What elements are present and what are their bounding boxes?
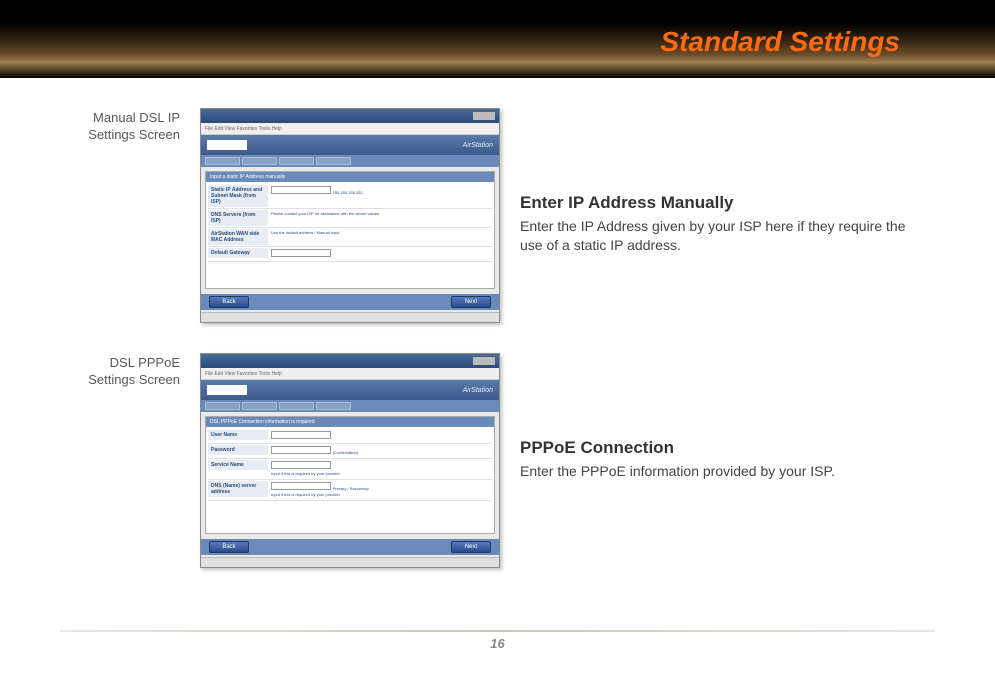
form-extra: (Confirmation) <box>333 450 358 455</box>
app-window: File Edit View Favorites Tools Help AirS… <box>200 108 500 323</box>
next-button[interactable]: Next <box>451 541 491 553</box>
form-label: Default Gateway <box>208 248 268 258</box>
username-input[interactable] <box>271 431 331 439</box>
brand-product: AirStation <box>463 387 493 394</box>
brand-bar: AirStation <box>201 380 499 400</box>
form-row: DNS Servers (from ISP) Please contact yo… <box>208 209 492 228</box>
form-field: (Confirmation) <box>268 445 492 457</box>
form-field: Input if this is required by your provid… <box>268 460 492 478</box>
form-field <box>268 248 492 260</box>
form-label: DNS Servers (from ISP) <box>208 210 268 226</box>
description-title: Enter IP Address Manually <box>520 193 915 213</box>
nav-bar <box>201 155 499 167</box>
form-row: User Name <box>208 429 492 444</box>
section-row: DSL PPPoE Settings Screen File Edit View… <box>60 353 935 568</box>
section-label: DSL PPPoE Settings Screen <box>60 353 180 389</box>
form-hint: Use the default address / Manual input <box>271 230 340 235</box>
form-area: User Name Password (Confirmation) Servic… <box>206 427 494 503</box>
brand-bar: AirStation <box>201 135 499 155</box>
form-row: DNS (Name) server address Primary / Seco… <box>208 480 492 501</box>
screenshot-thumbnail: File Edit View Favorites Tools Help AirS… <box>200 108 500 323</box>
form-hint: Please contact your ISP for assistance w… <box>271 211 379 216</box>
form-label: User Name <box>208 430 268 440</box>
window-footer: Back Next <box>201 294 499 310</box>
form-row: Service Name Input if this is required b… <box>208 459 492 480</box>
form-field: Use the default address / Manual input <box>268 229 492 237</box>
form-field: 255.255.255.252 <box>268 185 492 197</box>
brand-logo <box>207 385 247 395</box>
form-row: AirStation WAN side MAC Address Use the … <box>208 228 492 247</box>
footer-divider <box>60 630 935 632</box>
description-column: PPPoE Connection Enter the PPPoE informa… <box>520 353 935 481</box>
form-field: Primary / Secondary Input if this is req… <box>268 481 492 499</box>
form-row: Static IP Address and Subnet Mask (from … <box>208 184 492 209</box>
form-label: AirStation WAN side MAC Address <box>208 229 268 245</box>
form-row: Default Gateway <box>208 247 492 262</box>
nav-button[interactable] <box>205 157 240 165</box>
description-title: PPPoE Connection <box>520 438 915 458</box>
nav-button[interactable] <box>242 402 277 410</box>
next-button[interactable]: Next <box>451 296 491 308</box>
content-area: Manual DSL IP Settings Screen File Edit … <box>0 78 995 568</box>
page-footer: 16 <box>60 630 935 651</box>
page-title: Standard Settings <box>660 26 900 58</box>
back-button[interactable]: Back <box>209 296 249 308</box>
window-statusbar <box>201 557 499 567</box>
form-panel: Input a static IP Address manually Stati… <box>205 171 495 289</box>
nav-bar <box>201 400 499 412</box>
form-field: Please contact your ISP for assistance w… <box>268 210 492 218</box>
page-number: 16 <box>60 636 935 651</box>
form-section-header: DSL PPPoE Connection information is requ… <box>206 417 494 427</box>
nav-button[interactable] <box>279 157 314 165</box>
nav-button[interactable] <box>205 402 240 410</box>
form-area: Static IP Address and Subnet Mask (from … <box>206 182 494 264</box>
nav-button[interactable] <box>279 402 314 410</box>
form-label: Password <box>208 445 268 455</box>
window-menubar: File Edit View Favorites Tools Help <box>201 123 499 135</box>
app-window: File Edit View Favorites Tools Help AirS… <box>200 353 500 568</box>
window-footer: Back Next <box>201 539 499 555</box>
form-row: Password (Confirmation) <box>208 444 492 459</box>
form-hint: Input if this is required by your provid… <box>271 471 340 476</box>
gateway-input[interactable] <box>271 249 331 257</box>
window-statusbar <box>201 312 499 322</box>
window-titlebar <box>201 354 499 368</box>
form-section-header: Input a static IP Address manually <box>206 172 494 182</box>
nav-button[interactable] <box>316 402 351 410</box>
form-hint: Input if this is required by your provid… <box>271 492 340 497</box>
ip-input[interactable] <box>271 186 331 194</box>
section-row: Manual DSL IP Settings Screen File Edit … <box>60 108 935 323</box>
brand-logo <box>207 140 247 150</box>
form-value: 255.255.255.252 <box>333 190 363 195</box>
dns-input[interactable] <box>271 482 331 490</box>
brand-product: AirStation <box>463 142 493 149</box>
screenshot-thumbnail: File Edit View Favorites Tools Help AirS… <box>200 353 500 568</box>
window-menubar: File Edit View Favorites Tools Help <box>201 368 499 380</box>
description-column: Enter IP Address Manually Enter the IP A… <box>520 108 935 255</box>
back-button[interactable]: Back <box>209 541 249 553</box>
header-bar: Standard Settings <box>0 0 995 78</box>
form-label: Service Name <box>208 460 268 470</box>
window-titlebar <box>201 109 499 123</box>
service-input[interactable] <box>271 461 331 469</box>
nav-button[interactable] <box>316 157 351 165</box>
form-label: Static IP Address and Subnet Mask (from … <box>208 185 268 207</box>
form-label: DNS (Name) server address <box>208 481 268 497</box>
form-field <box>268 430 492 442</box>
form-panel: DSL PPPoE Connection information is requ… <box>205 416 495 534</box>
section-label: Manual DSL IP Settings Screen <box>60 108 180 144</box>
form-extra: Primary / Secondary <box>333 486 369 491</box>
description-text: Enter the PPPoE information provided by … <box>520 462 915 481</box>
password-input[interactable] <box>271 446 331 454</box>
nav-button[interactable] <box>242 157 277 165</box>
description-text: Enter the IP Address given by your ISP h… <box>520 217 915 255</box>
